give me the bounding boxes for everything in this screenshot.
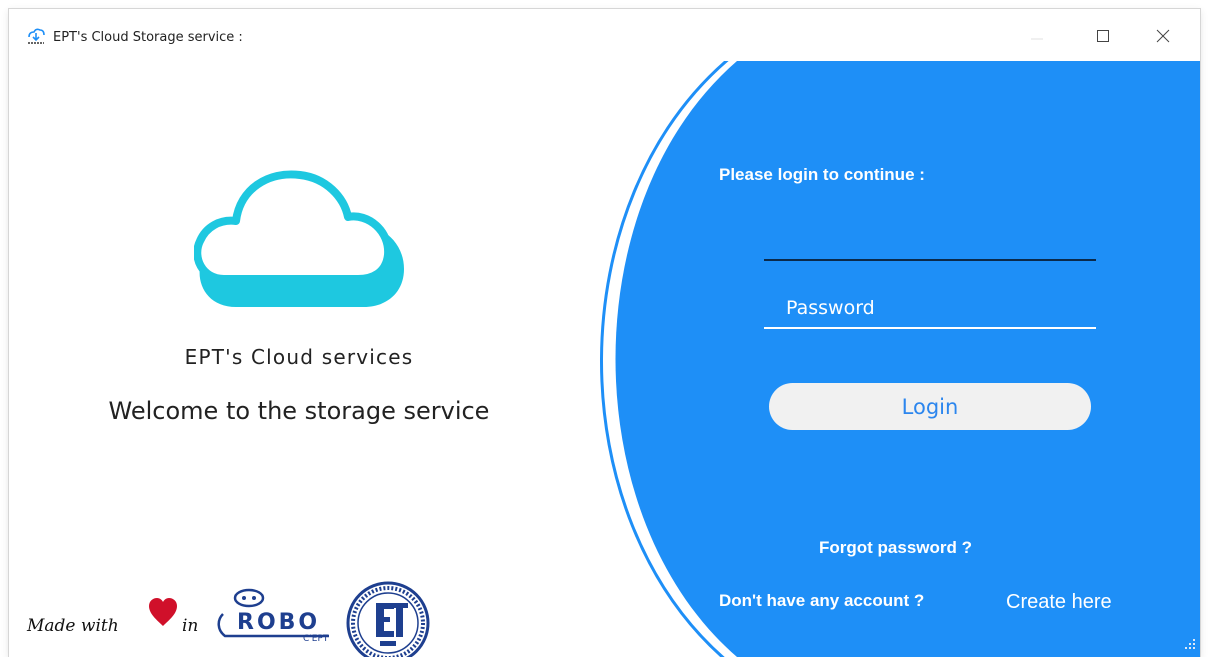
minimize-icon xyxy=(1031,38,1043,40)
app-window: EPT's Cloud Storage service : EPT's Clou… xyxy=(9,9,1200,657)
maximize-button[interactable] xyxy=(1080,9,1126,61)
heart-icon xyxy=(149,598,177,626)
made-in-text: in xyxy=(182,616,199,636)
login-button[interactable]: Login xyxy=(769,383,1091,430)
cloud-icon xyxy=(194,170,404,307)
robo-name: ROBO xyxy=(237,610,321,635)
brand-title: EPT's Cloud services xyxy=(184,345,414,369)
window-title: EPT's Cloud Storage service : xyxy=(53,30,243,45)
main-content: EPT's Cloud services Welcome to the stor… xyxy=(9,61,1200,657)
username-input[interactable] xyxy=(764,221,1096,261)
title-bar[interactable]: EPT's Cloud Storage service : xyxy=(9,9,1200,61)
close-icon xyxy=(1156,29,1170,43)
minimize-button[interactable] xyxy=(1014,9,1060,61)
made-with-text: Made with xyxy=(27,616,119,636)
password-input[interactable] xyxy=(764,289,1096,329)
welcome-message: Welcome to the storage service xyxy=(108,397,490,425)
maximize-icon xyxy=(1097,30,1109,42)
login-heading: Please login to continue : xyxy=(719,165,925,184)
close-button[interactable] xyxy=(1140,9,1186,61)
create-account-link[interactable]: Create here xyxy=(1006,591,1112,614)
no-account-text: Don't have any account ? xyxy=(719,591,925,610)
ept-seal-logo xyxy=(346,581,430,657)
robo-subtitle: C'EPT xyxy=(303,634,329,644)
cloud-download-icon xyxy=(28,28,45,44)
forgot-password-link[interactable]: Forgot password ? xyxy=(819,538,972,558)
resize-grip-icon[interactable] xyxy=(1183,637,1197,651)
